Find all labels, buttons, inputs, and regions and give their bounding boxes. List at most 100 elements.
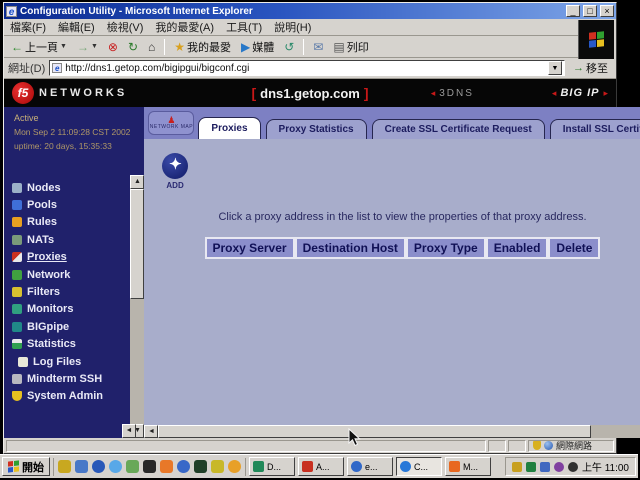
menu-edit[interactable]: 編輯(E)	[58, 19, 95, 35]
menu-view[interactable]: 檢視(V)	[107, 19, 144, 35]
task-icon	[449, 461, 460, 472]
quicklaunch-icon[interactable]	[194, 460, 207, 473]
quicklaunch-icon[interactable]	[160, 460, 173, 473]
monitors-icon	[12, 304, 22, 314]
sidebar-hscroll-left-icon[interactable]: ◄	[122, 424, 136, 438]
menu-help[interactable]: 說明(H)	[274, 19, 311, 35]
quicklaunch-icon[interactable]	[58, 460, 71, 473]
taskbar: 開始 D... A... e... C...	[0, 454, 638, 478]
sidebar-item-nodes[interactable]: Nodes	[12, 179, 128, 196]
go-button[interactable]: → 移至	[569, 59, 612, 77]
close-button[interactable]: ×	[600, 5, 614, 17]
tray-icon[interactable]	[512, 462, 522, 472]
print-button[interactable]: ▤ 列印	[330, 38, 371, 56]
forward-button[interactable]: → ▼	[74, 40, 101, 54]
3dns-label[interactable]: 3DNS	[439, 88, 474, 99]
system-admin-icon	[12, 391, 22, 401]
sidebar-item-proxies[interactable]: Proxies	[12, 249, 128, 266]
3dns-mark-icon: ◂	[431, 88, 436, 99]
refresh-icon: ↻	[128, 41, 138, 53]
sidebar-item-bigpipe[interactable]: BIGpipe	[12, 318, 128, 335]
bracket-left: [	[251, 85, 256, 101]
home-button[interactable]: ⌂	[145, 40, 158, 54]
tab-create-ssl-certificate-request[interactable]: Create SSL Certificate Request	[372, 119, 545, 139]
home-icon: ⌂	[148, 41, 155, 53]
sidebar-item-log-files[interactable]: Log Files	[12, 353, 128, 370]
address-dropdown-icon[interactable]: ▼	[548, 61, 562, 75]
menu-tools[interactable]: 工具(T)	[226, 19, 262, 35]
quicklaunch-icon[interactable]	[109, 460, 122, 473]
main-horizontal-scrollbar[interactable]: ◄ ►	[144, 425, 640, 438]
start-button[interactable]: 開始	[2, 457, 50, 476]
tab-proxy-statistics[interactable]: Proxy Statistics	[266, 119, 367, 139]
quicklaunch-icon[interactable]	[177, 460, 190, 473]
favorites-label: 我的最愛	[187, 39, 231, 55]
column-enabled: Enabled	[486, 237, 549, 259]
sidebar-item-mindterm-ssh[interactable]: Mindterm SSH	[12, 370, 128, 387]
uptime-text: uptime: 20 days, 15:35:33	[14, 141, 130, 151]
pools-icon	[12, 200, 22, 210]
taskbar-window-button-active[interactable]: C...	[396, 457, 442, 476]
quicklaunch-icon[interactable]	[143, 460, 156, 473]
task-icon	[253, 461, 264, 472]
taskbar-window-button[interactable]: M...	[445, 457, 491, 476]
sidebar-item-nats[interactable]: NATs	[12, 231, 128, 248]
tab-proxies[interactable]: Proxies	[198, 117, 260, 139]
sidebar-scroll-track[interactable]	[130, 189, 144, 424]
sidebar-item-system-admin[interactable]: System Admin	[12, 388, 128, 405]
quicklaunch-icon[interactable]	[75, 460, 88, 473]
quicklaunch-icon[interactable]	[126, 460, 139, 473]
title-bar[interactable]: e Configuration Utility - Microsoft Inte…	[4, 3, 616, 19]
mouse-cursor	[348, 428, 361, 447]
back-button[interactable]: ← 上一頁 ▼	[8, 38, 70, 56]
sidebar-item-filters[interactable]: Filters	[12, 283, 128, 300]
sidebar-item-statistics[interactable]: Statistics	[12, 336, 128, 353]
tray-icon[interactable]	[568, 462, 578, 472]
statistics-icon	[12, 339, 22, 349]
go-icon: →	[573, 62, 584, 74]
nodes-icon	[12, 183, 22, 193]
bigip-label[interactable]: BIG IP	[560, 87, 599, 99]
tab-install-ssl-certificate[interactable]: Install SSL Certif	[550, 119, 640, 139]
sidebar-scroll-up-icon[interactable]: ▲	[130, 175, 144, 189]
network-map-button[interactable]: ♟ NETWORK MAP	[148, 111, 194, 135]
navigation-sidebar: Active Mon Sep 2 11:09:28 CST 2002 uptim…	[4, 107, 130, 438]
minimize-button[interactable]: _	[566, 5, 580, 17]
hscroll-left-icon[interactable]: ◄	[144, 425, 158, 438]
history-button[interactable]: ↺	[281, 40, 297, 54]
sidebar-item-network[interactable]: Network	[12, 266, 128, 283]
refresh-button[interactable]: ↻	[125, 40, 141, 54]
quicklaunch-icon[interactable]	[211, 460, 224, 473]
stop-button[interactable]: ⊗	[105, 40, 121, 54]
favorites-button[interactable]: ★ 我的最愛	[171, 38, 234, 56]
stop-icon: ⊗	[108, 41, 118, 53]
maximize-button[interactable]: □	[583, 5, 597, 17]
hscroll-thumb[interactable]	[158, 425, 590, 438]
go-label: 移至	[586, 60, 608, 76]
add-proxy-button[interactable]: ✦	[162, 153, 188, 179]
menu-favorites[interactable]: 我的最愛(A)	[155, 19, 214, 35]
sidebar-menu: Nodes Pools Rules NATs Proxies	[12, 179, 128, 405]
filters-icon	[12, 287, 22, 297]
sidebar-item-rules[interactable]: Rules	[12, 214, 128, 231]
taskbar-window-button[interactable]: A...	[298, 457, 344, 476]
quicklaunch-icon[interactable]	[228, 460, 241, 473]
sidebar-item-pools[interactable]: Pools	[12, 196, 128, 213]
status-message-pane	[6, 440, 486, 452]
mail-button[interactable]: ✉	[310, 40, 326, 54]
tray-icon[interactable]	[540, 462, 550, 472]
sidebar-scroll-thumb[interactable]	[130, 189, 144, 299]
sidebar-scrollbar[interactable]: ▲ ▼	[130, 107, 144, 438]
quicklaunch-icon[interactable]	[92, 460, 105, 473]
taskbar-window-button[interactable]: e...	[347, 457, 393, 476]
forward-icon: →	[77, 41, 89, 53]
media-button[interactable]: ▶ 媒體	[238, 38, 277, 56]
menu-file[interactable]: 檔案(F)	[10, 19, 46, 35]
network-map-icon: ♟	[167, 116, 175, 124]
tray-icon[interactable]	[554, 462, 564, 472]
address-input[interactable]: e http://dns1.getop.com/bigipgui/bigconf…	[49, 60, 565, 76]
task-icon	[302, 461, 313, 472]
taskbar-window-button[interactable]: D...	[249, 457, 295, 476]
tray-icon[interactable]	[526, 462, 536, 472]
sidebar-item-monitors[interactable]: Monitors	[12, 301, 128, 318]
